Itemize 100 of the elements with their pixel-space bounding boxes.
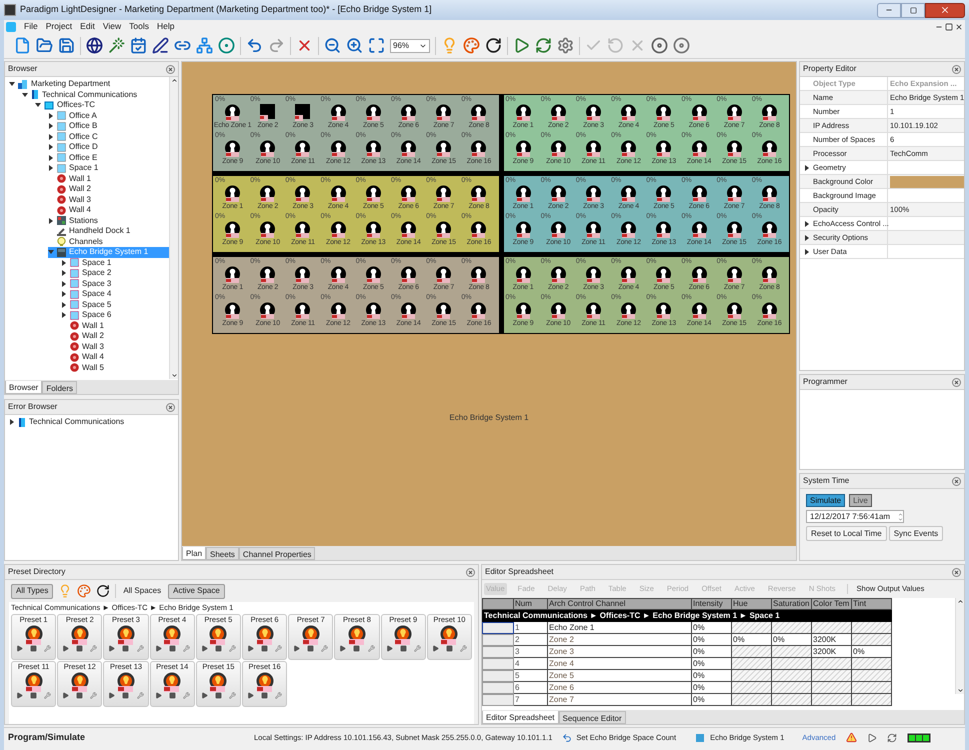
play-icon[interactable] — [62, 692, 70, 699]
tree-item[interactable]: Wall 2 — [61, 331, 169, 342]
wand-icon[interactable] — [108, 37, 125, 54]
column-header[interactable]: Arch Control Channel — [548, 598, 692, 610]
dimmer-dial-icon[interactable] — [330, 140, 347, 157]
tree-item[interactable]: Wall 5 — [61, 362, 169, 373]
dimmer-dial-icon[interactable] — [690, 302, 708, 319]
tab[interactable]: Channel Properties — [238, 547, 316, 560]
dimmer-dial-icon[interactable] — [330, 302, 347, 319]
play-icon[interactable] — [432, 645, 439, 652]
undo-icon[interactable] — [246, 37, 263, 54]
tree-item[interactable]: Wall 4 — [61, 352, 169, 362]
tree-item[interactable]: Office A — [48, 110, 169, 121]
tree-item[interactable]: Space 2 — [61, 268, 169, 278]
dimmer-dial-icon[interactable] — [364, 185, 382, 202]
tree-item[interactable]: Technical Communications — [22, 90, 169, 100]
dimmer-dial-icon[interactable] — [620, 302, 638, 319]
expand-arrow-icon[interactable] — [48, 218, 54, 224]
play-icon[interactable] — [866, 732, 877, 742]
stop-icon[interactable] — [261, 692, 268, 699]
close-icon[interactable] — [952, 476, 961, 486]
menu-item[interactable]: Tools — [129, 20, 149, 33]
globe-icon[interactable] — [86, 37, 103, 54]
dimmer-dial-icon[interactable] — [760, 221, 778, 238]
dimmer-dial-icon[interactable] — [550, 140, 567, 157]
dimmer-dial-icon[interactable] — [400, 266, 418, 283]
filter-button[interactable]: Active Space — [168, 584, 225, 598]
tree-item[interactable]: Space 3 — [61, 278, 169, 289]
stop-icon[interactable] — [122, 645, 130, 652]
zoom-dropdown[interactable]: 96% — [390, 38, 430, 52]
dimmer-dial-icon[interactable] — [470, 221, 488, 238]
close-icon[interactable] — [166, 64, 175, 74]
wrench-icon[interactable] — [182, 645, 190, 652]
expand-arrow-icon[interactable] — [804, 220, 810, 226]
dimmer-dial-icon[interactable] — [690, 266, 708, 283]
stop-icon[interactable] — [353, 645, 360, 652]
collapse-arrow-icon[interactable] — [9, 81, 15, 88]
dimmer-dial-icon[interactable] — [330, 266, 347, 283]
square-zone-icon[interactable] — [294, 104, 312, 121]
tree-item[interactable]: Space 1 — [48, 163, 169, 174]
dimmer-dial-icon[interactable] — [294, 185, 312, 202]
tree-item[interactable]: Office B — [48, 121, 169, 132]
tab[interactable]: Editor Spreadsheet — [482, 711, 558, 724]
dimmer-dial-icon[interactable] — [224, 185, 242, 202]
dimmer-dial-icon[interactable] — [364, 140, 382, 157]
close-icon[interactable] — [952, 64, 961, 74]
dimmer-dial-icon[interactable] — [726, 266, 743, 283]
dimmer-dial-icon[interactable] — [690, 104, 708, 121]
time-button[interactable]: Reset to Local Time — [806, 526, 887, 541]
tree-item[interactable]: Channels — [48, 236, 169, 247]
dimmer-dial-icon[interactable] — [655, 221, 672, 238]
spinner-icon[interactable] — [898, 512, 903, 522]
dimmer-dial-icon[interactable] — [470, 266, 488, 283]
close-button[interactable] — [925, 2, 965, 18]
dimmer-dial-icon[interactable] — [584, 266, 602, 283]
play-icon[interactable] — [386, 645, 393, 652]
dimmer-dial-icon[interactable] — [514, 140, 532, 157]
expand-arrow-icon[interactable] — [9, 419, 15, 426]
disc-icon[interactable] — [651, 37, 668, 54]
collapse-arrow-icon[interactable] — [22, 92, 28, 98]
dimmer-dial-icon[interactable] — [760, 266, 778, 283]
wrench-icon[interactable] — [136, 692, 144, 699]
dimmer-dial-icon[interactable] — [259, 185, 276, 202]
wrench-icon[interactable] — [228, 645, 236, 652]
tree-item[interactable]: Marketing Department — [9, 79, 169, 90]
wrench-icon[interactable] — [321, 645, 328, 652]
play-icon[interactable] — [200, 645, 208, 652]
tree-item[interactable]: Technical Communications — [9, 417, 178, 428]
mdi-restore-icon[interactable] — [945, 22, 953, 30]
tree-item[interactable]: Space 1 — [61, 258, 169, 268]
dimmer-dial-icon[interactable] — [435, 140, 452, 157]
tree-item[interactable]: Space 6 — [61, 310, 169, 320]
dimmer-dial-icon[interactable] — [726, 104, 743, 121]
palette-filter-icon[interactable] — [77, 584, 92, 598]
play-icon[interactable] — [247, 692, 254, 699]
scroll-up-icon[interactable] — [956, 598, 964, 605]
dimmer-dial-icon[interactable] — [726, 140, 743, 157]
dimmer-dial-icon[interactable] — [435, 302, 452, 319]
dimmer-dial-icon[interactable] — [470, 104, 488, 121]
datetime-field[interactable]: 12/12/2017 7:56:41am — [806, 510, 904, 523]
zoom-out-icon[interactable] — [324, 37, 341, 54]
dimmer-dial-icon[interactable] — [690, 185, 708, 202]
dimmer-dial-icon[interactable] — [514, 266, 532, 283]
refresh-icon[interactable] — [886, 732, 897, 742]
stop-icon[interactable] — [214, 645, 222, 652]
filter-button[interactable]: All Types — [11, 584, 54, 598]
dimmer-dial-icon[interactable] — [400, 104, 418, 121]
stop-icon[interactable] — [446, 645, 453, 652]
dimmer-dial-icon[interactable] — [584, 140, 602, 157]
tree-item[interactable]: Wall 3 — [61, 342, 169, 352]
dimmer-dial-icon[interactable] — [224, 221, 242, 238]
dimmer-dial-icon[interactable] — [620, 221, 638, 238]
dimmer-dial-icon[interactable] — [726, 185, 743, 202]
dimmer-dial-icon[interactable] — [655, 266, 672, 283]
dimmer-dial-icon[interactable] — [655, 185, 672, 202]
scroll-down-icon[interactable] — [170, 372, 178, 379]
mode-button[interactable]: Live — [849, 494, 872, 507]
stop-icon[interactable] — [76, 645, 84, 652]
play-icon[interactable] — [108, 692, 116, 699]
stop-icon[interactable] — [30, 645, 38, 652]
